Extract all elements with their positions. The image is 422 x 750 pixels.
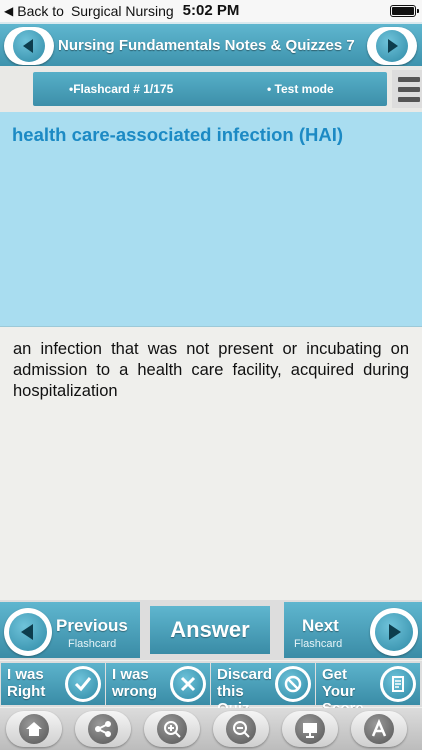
font-size-button[interactable] [351,711,407,747]
title-bar: Nursing Fundamentals Notes & Quizzes 7 [0,22,422,66]
no-entry-icon [275,666,311,702]
status-bar: ◀ Back to Surgical Nursing 5:02 PM [0,0,422,22]
zoom-in-icon [157,714,187,744]
header-forward-button[interactable] [367,27,417,65]
next-label: Next [302,616,339,635]
arrow-left-icon [13,30,45,62]
previous-label: Previous [56,616,128,635]
header-back-button[interactable] [4,27,54,65]
arrow-left-icon [9,613,47,651]
question-text: health care-associated infection (HAI) [12,124,344,145]
next-circle [370,608,418,656]
font-size-icon [364,714,394,744]
back-app-name: Surgical Nursing [70,3,174,19]
presentation-button[interactable] [282,711,338,747]
share-button[interactable] [75,711,131,747]
back-chevron-icon: ◀ [4,4,14,18]
previous-circle [4,608,52,656]
discard-quiz-button[interactable]: Discard this Quiz [211,663,315,717]
get-score-button[interactable]: Get Your Score [316,663,420,717]
action-row: I was Right I was wrong Discard this Qui… [0,661,422,717]
i-was-wrong-button[interactable]: I was wrong [106,663,210,705]
home-icon [19,714,49,744]
battery-icon [390,5,419,17]
previous-sub-label: Flashcard [68,638,117,650]
share-icon [88,714,118,744]
home-button[interactable] [6,711,62,747]
page-title: Nursing Fundamentals Notes & Quizzes 7 [58,37,355,54]
i-was-right-button[interactable]: I was Right [1,663,105,705]
back-to-app-link[interactable]: ◀ Back to Surgical Nursing [0,3,174,19]
answer-button[interactable]: Answer [150,606,270,654]
answer-panel: an infection that was not present or inc… [0,327,422,599]
zoom-out-button[interactable] [213,711,269,747]
zoom-out-icon [226,714,256,744]
i-was-wrong-label: I was wrong [112,666,157,700]
checkmark-icon [65,666,101,702]
i-was-right-label: I was Right [7,666,46,700]
presentation-icon [295,714,325,744]
answer-text: an infection that was not present or inc… [13,340,409,400]
sub-bar-wrap: •Flashcard # 1/175 • Test mode [0,66,422,112]
flashcard-counter: •Flashcard # 1/175 [69,82,174,96]
question-panel: health care-associated infection (HAI) [0,112,422,327]
next-flashcard-button[interactable]: Next Flashcard [284,602,422,658]
next-sub-label: Flashcard [294,638,343,650]
info-bar: •Flashcard # 1/175 • Test mode [33,72,387,106]
bottom-toolbar [0,708,422,750]
test-mode-label: • Test mode [267,82,334,96]
close-icon [170,666,206,702]
back-label: Back to [17,3,64,19]
scorecard-icon [380,666,416,702]
menu-icon[interactable] [392,70,422,108]
arrow-right-icon [375,613,413,651]
arrow-right-icon [376,30,408,62]
zoom-in-button[interactable] [144,711,200,747]
previous-flashcard-button[interactable]: Previous Flashcard [0,602,140,658]
